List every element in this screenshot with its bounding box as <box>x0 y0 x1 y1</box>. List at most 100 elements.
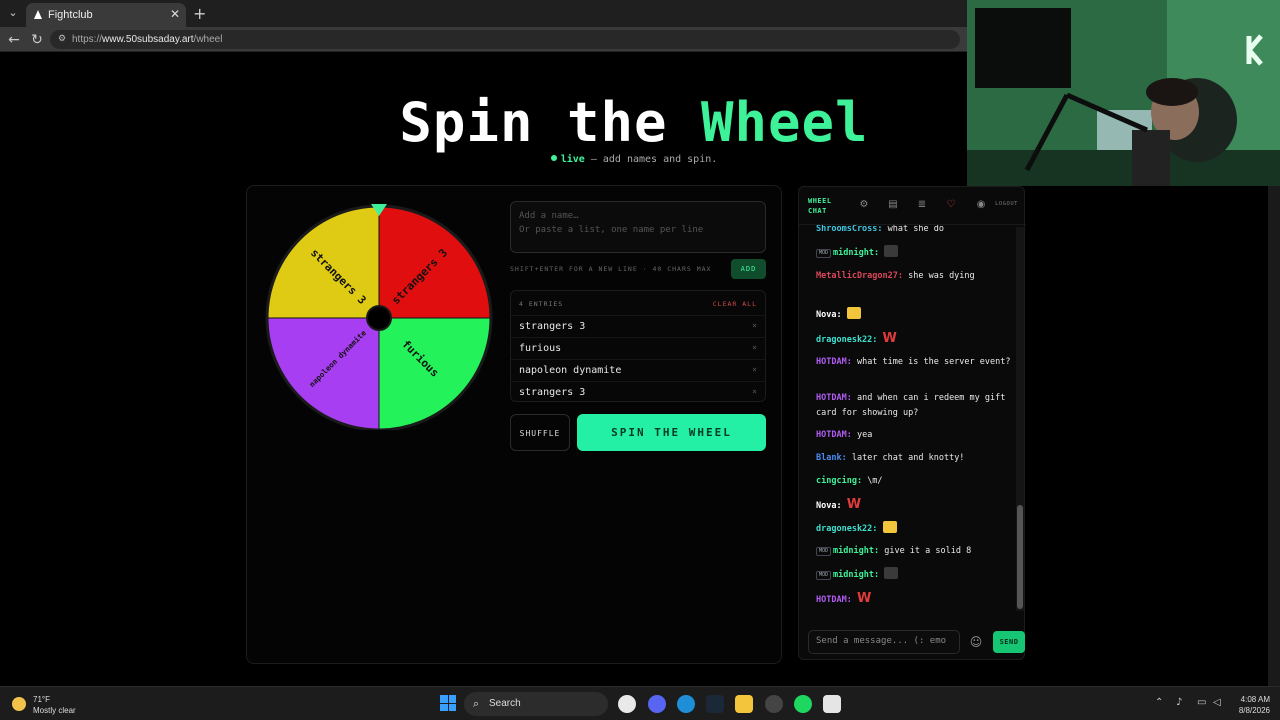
emoji-icon[interactable]: ☺ <box>967 633 985 651</box>
tab-list-icon[interactable]: ⌄ <box>4 4 22 22</box>
chat-username[interactable]: dragonesk22: <box>816 524 877 534</box>
discord-icon[interactable] <box>648 695 666 713</box>
chat-message: MOD midnight: give it a solid 8 <box>816 544 1012 559</box>
chat-username[interactable]: Nova: <box>816 310 842 320</box>
chat-message: ShroomsCross: what she do <box>816 225 1012 237</box>
chat-username[interactable]: midnight: <box>833 546 879 556</box>
broadcast-icon[interactable]: ◉ <box>974 198 988 212</box>
chat-scroll-thumb[interactable] <box>1017 505 1023 609</box>
search-icon: ⌕ <box>473 697 480 710</box>
emote-icon <box>882 521 897 533</box>
remove-entry-icon[interactable]: × <box>752 387 757 396</box>
shuffle-button[interactable]: SHUFFLE <box>510 414 570 451</box>
chat-username[interactable]: midnight: <box>833 570 879 580</box>
browser-tab[interactable]: Fightclub ✕ <box>26 3 186 27</box>
add-button[interactable]: ADD <box>731 259 766 279</box>
emote-icon <box>884 567 899 579</box>
chat-message: HOTDAM: and when can i redeem my gift ca… <box>816 391 1012 421</box>
back-icon[interactable]: ← <box>4 30 24 50</box>
file-explorer-icon[interactable] <box>735 695 753 713</box>
remove-entry-icon[interactable]: × <box>752 343 757 352</box>
spin-button[interactable]: SPIN THE WHEEL <box>577 414 766 451</box>
chat-username[interactable]: MetallicDragon27: <box>816 271 903 281</box>
clear-all-button[interactable]: CLEAR ALL <box>713 300 757 308</box>
chat-text: later chat and knotty! <box>851 453 965 463</box>
edge-icon[interactable] <box>677 695 695 713</box>
start-icon[interactable] <box>440 695 456 711</box>
remove-entry-icon[interactable]: × <box>752 321 757 330</box>
taskbar-search[interactable]: ⌕ Search <box>464 692 608 716</box>
chat-username[interactable]: HOTDAM: <box>816 357 852 367</box>
chat-message: Blank: later chat and knotty! <box>816 451 1012 466</box>
chat-text: W <box>846 497 862 512</box>
chat-username[interactable]: Nova: <box>816 501 842 511</box>
remove-entry-icon[interactable]: × <box>752 365 757 374</box>
chat-messages: ShroomsCross: what she do MOD midnight: Me… <box>799 225 1015 615</box>
wheel-hub <box>366 305 392 331</box>
network-icon[interactable]: ▭ <box>1197 697 1206 708</box>
chat-message: Nova: <box>816 307 1012 323</box>
new-tab-icon[interactable]: + <box>193 4 206 23</box>
chat-username[interactable]: HOTDAM: <box>816 393 852 403</box>
mod-badge: MOD <box>816 249 832 258</box>
wheel-graphic[interactable]: strangers 3furiousnapoleon dynamitestran… <box>263 198 495 432</box>
wheel-panel: strangers 3 furious napoleon dynamite stran… <box>246 185 782 664</box>
list-item: napoleon dynamite × <box>511 359 765 381</box>
wheel-chat: WHEEL CHAT ⚙ ▤ ≣ ♡ ◉ LOGOUT ShroomsCross:… <box>798 186 1026 660</box>
webcam-image <box>967 0 1280 186</box>
steam-icon[interactable] <box>706 695 724 713</box>
webcam-overlay <box>967 0 1280 186</box>
spotify-icon[interactable] <box>794 695 812 713</box>
tray-overflow-icon[interactable]: ⌃ <box>1155 697 1163 708</box>
chat-text: \m/ <box>867 476 883 486</box>
layout-icon[interactable]: ▤ <box>886 198 900 212</box>
site-info-icon[interactable]: ⚙ <box>58 33 66 44</box>
entries-list: 4 ENTRIES CLEAR ALL strangers 3 × furious… <box>510 290 766 402</box>
chrome-icon[interactable] <box>618 695 636 713</box>
url-text: https://www.50subsaday.art/wheel <box>72 34 223 45</box>
entries-count: 4 ENTRIES <box>519 300 564 308</box>
clock[interactable]: 4:08 AM 8/8/2026 <box>1230 694 1270 716</box>
chat-message: MOD midnight: <box>816 567 1012 583</box>
chat-message: dragonesk22: W <box>816 331 1012 348</box>
chat-text: yea <box>856 430 873 440</box>
emote-icon <box>884 245 899 257</box>
chat-username[interactable]: dragonesk22: <box>816 335 877 345</box>
send-button[interactable]: SEND <box>993 631 1025 653</box>
tab-title: Fightclub <box>48 9 93 21</box>
logout-button[interactable]: LOGOUT <box>995 201 1018 207</box>
database-icon[interactable]: ≣ <box>915 198 929 212</box>
url-field[interactable]: ⚙ https://www.50subsaday.art/wheel <box>50 30 960 49</box>
chat-message: MetallicDragon27: she was dying <box>816 269 1012 284</box>
chat-username[interactable]: midnight: <box>833 248 879 258</box>
wheel[interactable]: strangers 3 furious napoleon dynamite stran… <box>263 198 495 432</box>
chat-username[interactable]: cingcing: <box>816 476 862 486</box>
taskbar: 71°F Mostly clear ⌕ Search ⌃ ♪ ▭ ◁ 4:08 … <box>0 686 1280 720</box>
chat-username[interactable]: HOTDAM: <box>816 430 852 440</box>
close-tab-icon[interactable]: ✕ <box>170 7 180 21</box>
volume-icon[interactable]: ◁ <box>1213 697 1221 708</box>
chat-message: dragonesk22: <box>816 521 1012 537</box>
settings-icon[interactable]: ⚙ <box>857 198 871 212</box>
chat-message: HOTDAM: what time is the server event? <box>816 355 1012 370</box>
chat-text: W <box>856 591 872 606</box>
name-input[interactable]: Add a name… Or paste a list, one name pe… <box>510 201 766 253</box>
chat-username[interactable]: ShroomsCross: <box>816 225 883 234</box>
chat-scrollbar[interactable] <box>1016 227 1024 611</box>
settings-app-icon[interactable] <box>765 695 783 713</box>
chat-username[interactable]: HOTDAM: <box>816 595 852 605</box>
chat-username[interactable]: Blank: <box>816 453 847 463</box>
mod-badge: MOD <box>816 547 832 556</box>
chat-text: she was dying <box>908 271 975 281</box>
chat-message: MOD midnight: <box>816 245 1012 261</box>
chat-message: HOTDAM: yea <box>816 428 1012 443</box>
list-item: furious × <box>511 337 765 359</box>
app-icon[interactable] <box>823 695 841 713</box>
list-item: strangers 3 × <box>511 381 765 403</box>
microphone-icon[interactable]: ♪ <box>1176 697 1182 708</box>
lightbulb-icon[interactable]: ♡ <box>944 198 958 212</box>
chat-message: HOTDAM: W <box>816 591 1012 608</box>
chat-input[interactable]: Send a message... (: emo <box>808 630 960 654</box>
mod-badge: MOD <box>816 571 832 580</box>
reload-icon[interactable]: ↻ <box>27 30 47 50</box>
